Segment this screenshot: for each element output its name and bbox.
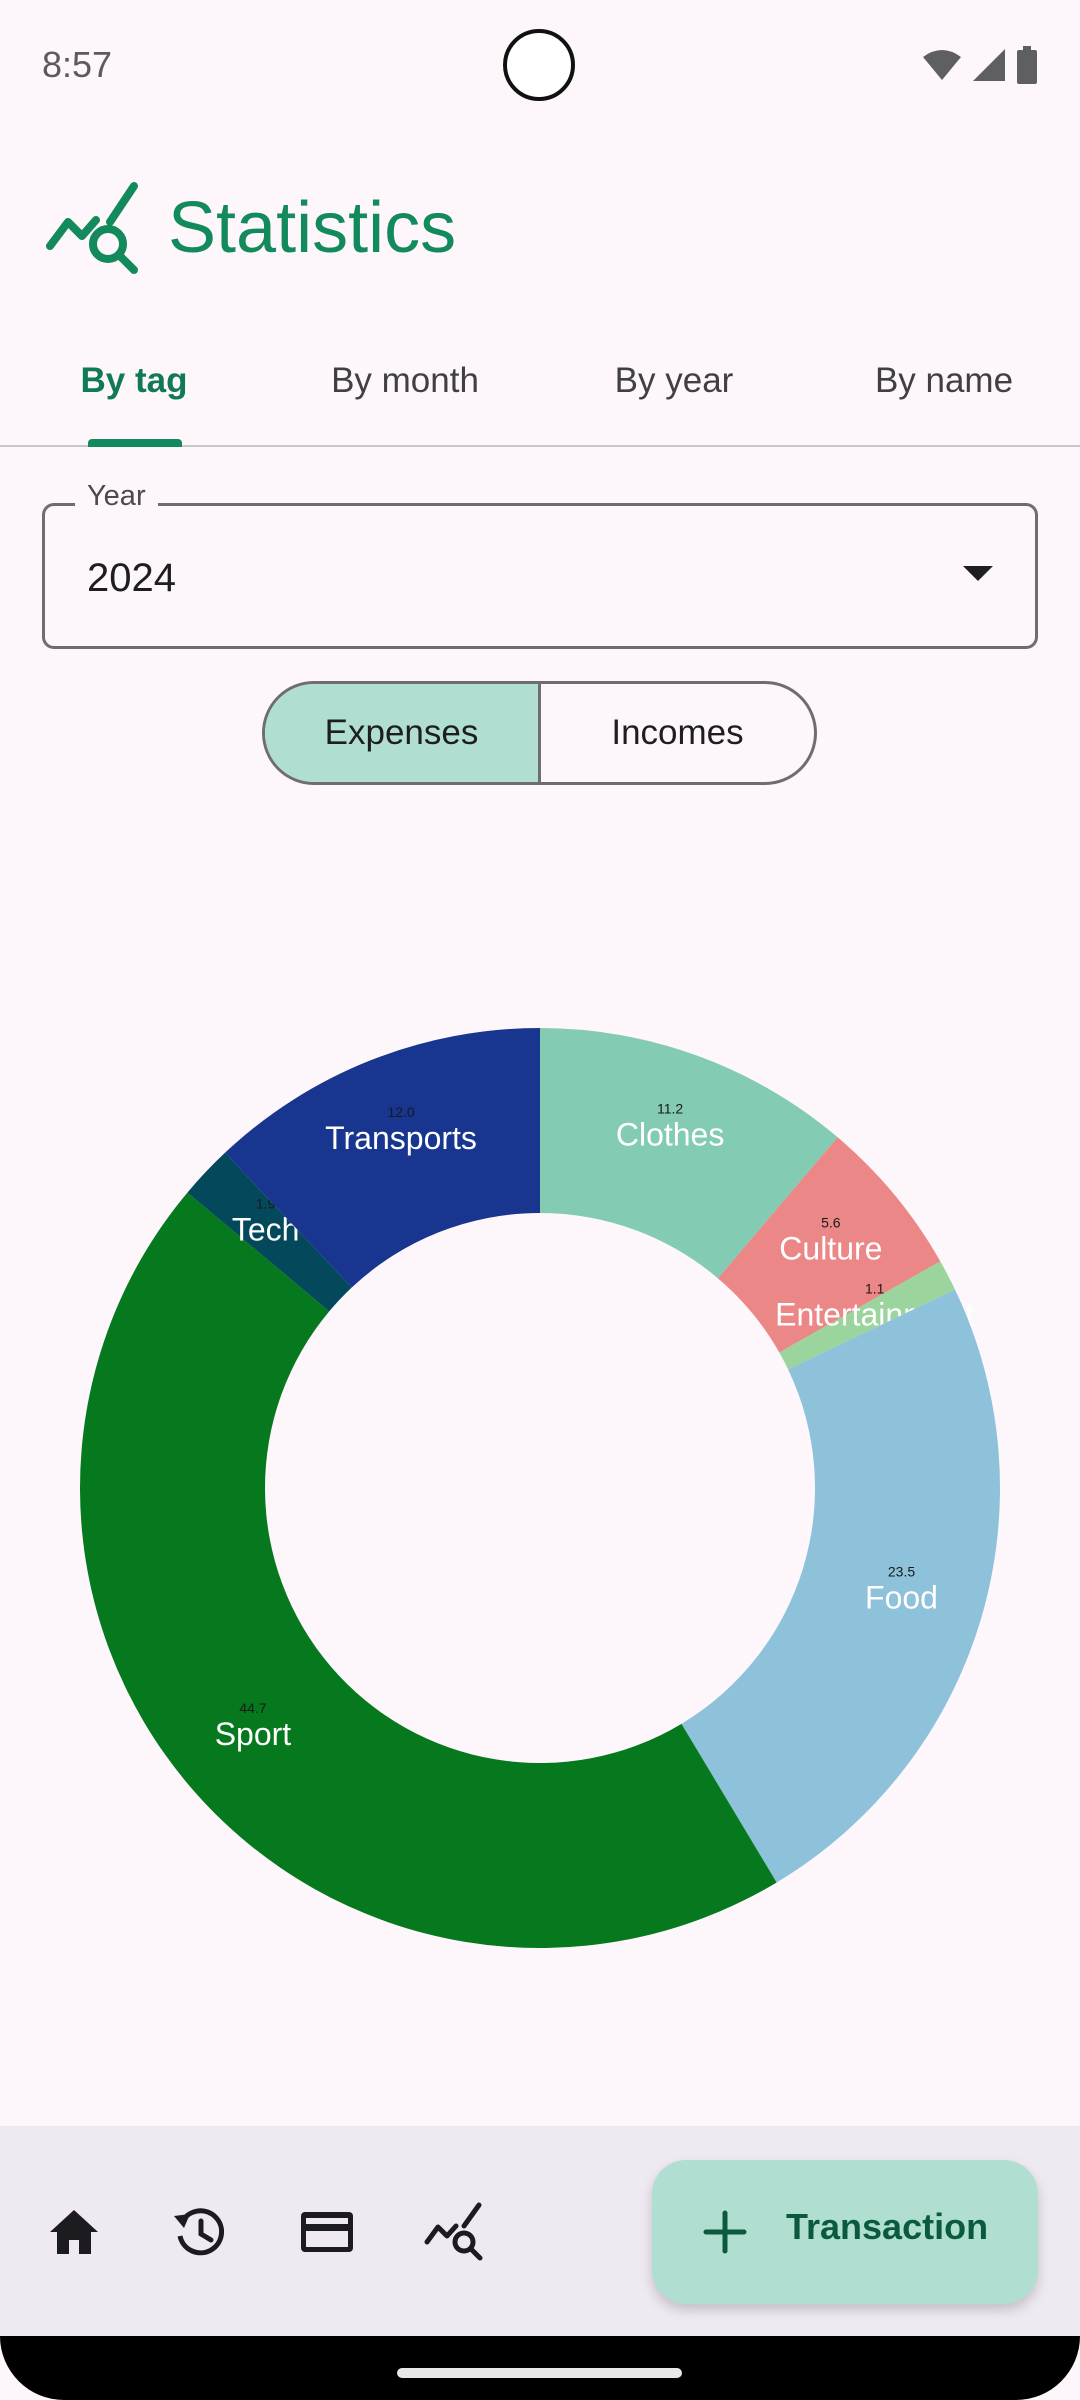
slice-value-label: 5.6 [821, 1214, 841, 1230]
bottom-navigation: Transaction [0, 2126, 1080, 2336]
credit-card-icon[interactable] [297, 2202, 357, 2262]
slice-value-label: 23.5 [888, 1564, 915, 1580]
tab-by-year[interactable]: By year [615, 361, 734, 401]
expenses-donut-chart: 11.2 Clothes 5.6 Culture 1.1 Entertainment 23.… [0, 1000, 1080, 1980]
incomes-segment-button[interactable]: Incomes [541, 684, 814, 782]
status-icons [922, 46, 1038, 84]
dropdown-arrow-icon [963, 566, 993, 581]
tab-by-tag[interactable]: By tag [81, 361, 188, 401]
home-icon[interactable] [44, 2202, 104, 2262]
add-transaction-button[interactable]: Transaction [652, 2160, 1038, 2304]
slice-name-label: Sport [215, 1716, 292, 1752]
gesture-navigation-area [0, 2336, 1080, 2400]
status-time: 8:57 [42, 44, 113, 85]
slice-value-label: 12.0 [387, 1104, 414, 1120]
statistics-icon [46, 182, 138, 274]
page-title: Statistics [168, 188, 457, 268]
slice-value-label: 11.2 [657, 1101, 683, 1117]
cellular-signal-icon [973, 49, 1005, 81]
slice-sport[interactable] [80, 1192, 777, 1948]
expenses-segment-button[interactable]: Expenses [265, 684, 541, 782]
year-select[interactable]: Year 2024 [42, 480, 1038, 649]
tab-by-month[interactable]: By month [331, 361, 479, 401]
statistics-screen: 8:57 Statistics By tag By month By year [0, 0, 1080, 2400]
slice-value-label: 44.7 [239, 1700, 266, 1716]
battery-icon [1017, 46, 1037, 84]
tab-by-name[interactable]: By name [875, 361, 1013, 401]
status-bar: 8:57 [0, 0, 1080, 132]
plus-icon [703, 2210, 747, 2254]
statistics-nav-icon[interactable] [424, 2202, 484, 2262]
home-gesture-handle[interactable] [397, 2368, 682, 2378]
slice-name-label: Food [865, 1580, 938, 1616]
camera-cutout [503, 29, 575, 101]
page-header: Statistics [46, 182, 456, 274]
history-icon[interactable] [170, 2202, 230, 2262]
slice-value-label: 1.1 [865, 1280, 885, 1296]
tab-bar: By tag By month By year By name [0, 335, 1080, 447]
slice-food[interactable] [681, 1289, 1000, 1883]
transaction-type-toggle: Expenses Incomes [262, 681, 817, 785]
active-tab-indicator [88, 439, 182, 447]
slice-name-label: Culture [779, 1230, 882, 1266]
year-field-value: 2024 [87, 556, 176, 600]
add-transaction-label: Transaction [786, 2206, 989, 2247]
wifi-icon [923, 50, 961, 80]
slice-name-label: Clothes [616, 1117, 725, 1153]
slice-name-label: Transports [325, 1120, 477, 1156]
year-field-label: Year [75, 480, 158, 513]
